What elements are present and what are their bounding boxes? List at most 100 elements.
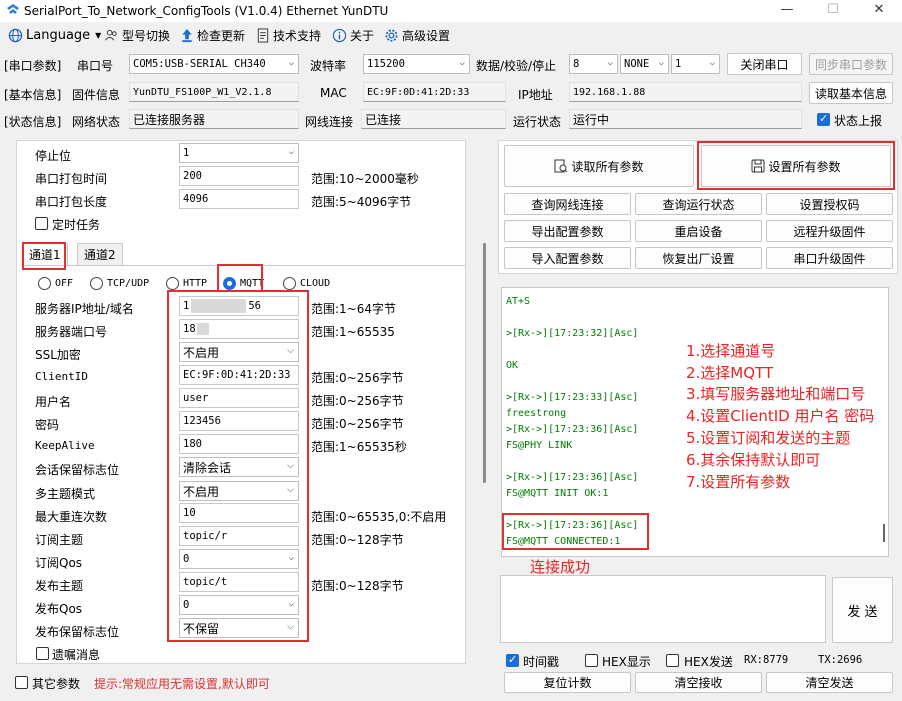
console-line: FS@MQTT INIT OK:1 [506, 488, 609, 499]
sub-topic-label: 订阅主题 [35, 533, 84, 547]
radio-off-label: OFF [55, 278, 74, 289]
check-update-menu[interactable]: 检查更新 [180, 26, 245, 44]
server-address-hint: 范围:1~64字节 [311, 302, 397, 316]
radio-off[interactable] [38, 277, 51, 290]
tech-support-menu[interactable]: 技术支持 [256, 26, 321, 44]
timer-task-checkbox[interactable] [35, 217, 48, 230]
restart-device-button[interactable]: 重启设备 [635, 220, 762, 242]
radio-tcp-udp[interactable] [90, 277, 103, 290]
status-report-checkbox[interactable] [817, 112, 830, 126]
chevron-down-icon: ▼ [95, 30, 102, 40]
close-port-button[interactable]: 关闭串口 [727, 53, 802, 75]
send-button[interactable]: 发 送 [832, 577, 893, 643]
clientid-hint: 范围:0~256字节 [311, 371, 404, 385]
console-line: >[Rx->][17:23:33][Asc] [506, 392, 639, 403]
data-bits-select[interactable]: 8 ⌵ [569, 54, 618, 74]
pub-qos-label: 发布Qos [35, 602, 83, 616]
language-menu[interactable]: Language ▼ [8, 26, 101, 44]
tech-support-label: 技术支持 [273, 28, 322, 43]
parity-select[interactable]: NONE ⌵ [620, 54, 669, 74]
rx-counter: RX:8779 [744, 654, 789, 666]
read-document-icon [554, 159, 568, 173]
read-basic-info-button[interactable]: 读取基本信息 [809, 82, 893, 104]
pack-time-input[interactable]: 200 [179, 166, 299, 186]
console-scrollbar[interactable] [883, 524, 885, 542]
hex-display-checkbox[interactable] [585, 654, 598, 667]
left-scrollbar[interactable] [483, 243, 486, 483]
mac-label: MAC [320, 86, 347, 100]
port-select[interactable]: COM5:USB-SERIAL CH340 ⌵ [129, 54, 299, 74]
console-line: FS@PHY LINK [506, 440, 573, 451]
ssl-label: SSL加密 [35, 348, 81, 362]
mac-value: EC:9F:0D:41:2D:33 [363, 82, 506, 102]
close-button[interactable]: ✕ [856, 0, 902, 22]
hex-send-label: HEX发送 [684, 655, 733, 669]
sub-qos-label: 订阅Qos [35, 556, 83, 570]
will-message-checkbox[interactable] [36, 647, 49, 660]
password-hint: 范围:0~256字节 [311, 417, 404, 431]
console-line: AT+S [506, 296, 531, 307]
about-menu[interactable]: 关于 [332, 26, 374, 44]
query-cable-button[interactable]: 查询网线连接 [504, 193, 631, 215]
about-label: 关于 [350, 28, 375, 43]
cable-value: 已连接 [361, 109, 506, 129]
ip-label: IP地址 [518, 88, 553, 102]
server-port-hint: 范围:1~65535 [311, 325, 395, 339]
radio-http[interactable] [166, 277, 179, 290]
other-params-checkbox[interactable] [15, 676, 28, 689]
pack-length-hint: 范围:5~4096字节 [311, 195, 412, 209]
chevron-down-icon: ⌵ [288, 147, 294, 157]
network-status-label: 网络状态 [72, 115, 121, 129]
keepalive-hint: 范围:1~65535秒 [311, 440, 407, 454]
sync-serial-button[interactable]: 同步串口参数 [809, 53, 893, 75]
stop-bits-select[interactable]: 1 ⌵ [671, 54, 720, 74]
pack-length-input[interactable]: 4096 [179, 189, 299, 209]
upload-icon [182, 28, 192, 42]
menu-bar: Language ▼ 型号切换 检查更新 技术支持 关于 高级设置 [0, 22, 902, 48]
console-line: >[Rx->][17:23:36][Asc] [506, 472, 639, 483]
factory-reset-button[interactable]: 恢复出厂设置 [635, 247, 762, 269]
stop-bit-select[interactable]: 1 ⌵ [179, 143, 299, 163]
title-bar: SerialPort_To_Network_ConfigTools (V1.0.… [0, 0, 902, 22]
pack-time-hint: 范围:10~2000毫秒 [311, 172, 419, 186]
send-input[interactable] [500, 575, 826, 643]
model-switch-menu[interactable]: 型号切换 [104, 26, 170, 44]
hex-display-label: HEX显示 [602, 655, 651, 669]
app-icon [7, 4, 19, 14]
cable-label: 网线连接 [305, 115, 354, 129]
serial-upgrade-button[interactable]: 串口升级固件 [766, 247, 893, 269]
advanced-settings-label: 高级设置 [402, 28, 451, 43]
people-icon [105, 29, 117, 40]
minimize-button[interactable]: — [764, 0, 810, 22]
highlight-set-all [697, 141, 895, 190]
maximize-button[interactable]: ☐ [810, 0, 856, 22]
username-label: 用户名 [35, 395, 72, 409]
baud-select[interactable]: 115200 ⌵ [363, 54, 470, 74]
read-all-button[interactable]: 读取所有参数 [504, 145, 694, 187]
annotation-step: 3.填写服务器地址和端口号 [686, 385, 866, 403]
tab-channel-2[interactable]: 通道2 [77, 243, 123, 265]
port-label: 串口号 [77, 59, 114, 73]
timestamp-checkbox[interactable] [506, 653, 519, 667]
model-switch-label: 型号切换 [122, 28, 171, 43]
query-run-status-button[interactable]: 查询运行状态 [635, 193, 762, 215]
reset-count-button[interactable]: 复位计数 [504, 672, 631, 693]
export-config-button[interactable]: 导出配置参数 [504, 220, 631, 242]
advanced-settings-menu[interactable]: 高级设置 [384, 26, 450, 44]
console-line: freestrong [506, 408, 567, 419]
hex-send-checkbox[interactable] [666, 654, 679, 667]
clear-send-button[interactable]: 清空发送 [766, 672, 893, 693]
chevron-down-icon: ⌵ [709, 58, 715, 68]
basic-section-label: [基本信息] [4, 88, 62, 102]
pub-topic-hint: 范围:0~128字节 [311, 579, 404, 593]
highlight-mqtt-radio [217, 264, 263, 292]
import-config-button[interactable]: 导入配置参数 [504, 247, 631, 269]
set-auth-code-button[interactable]: 设置授权码 [766, 193, 893, 215]
tip-text: 提示:常规应用无需设置,默认即可 [94, 677, 270, 691]
username-hint: 范围:0~256字节 [311, 394, 404, 408]
other-params-label: 其它参数 [32, 677, 81, 691]
radio-cloud[interactable] [283, 277, 296, 290]
clear-receive-button[interactable]: 清空接收 [635, 672, 762, 693]
remote-upgrade-button[interactable]: 远程升级固件 [766, 220, 893, 242]
pub-retain-label: 发布保留标志位 [35, 625, 120, 639]
